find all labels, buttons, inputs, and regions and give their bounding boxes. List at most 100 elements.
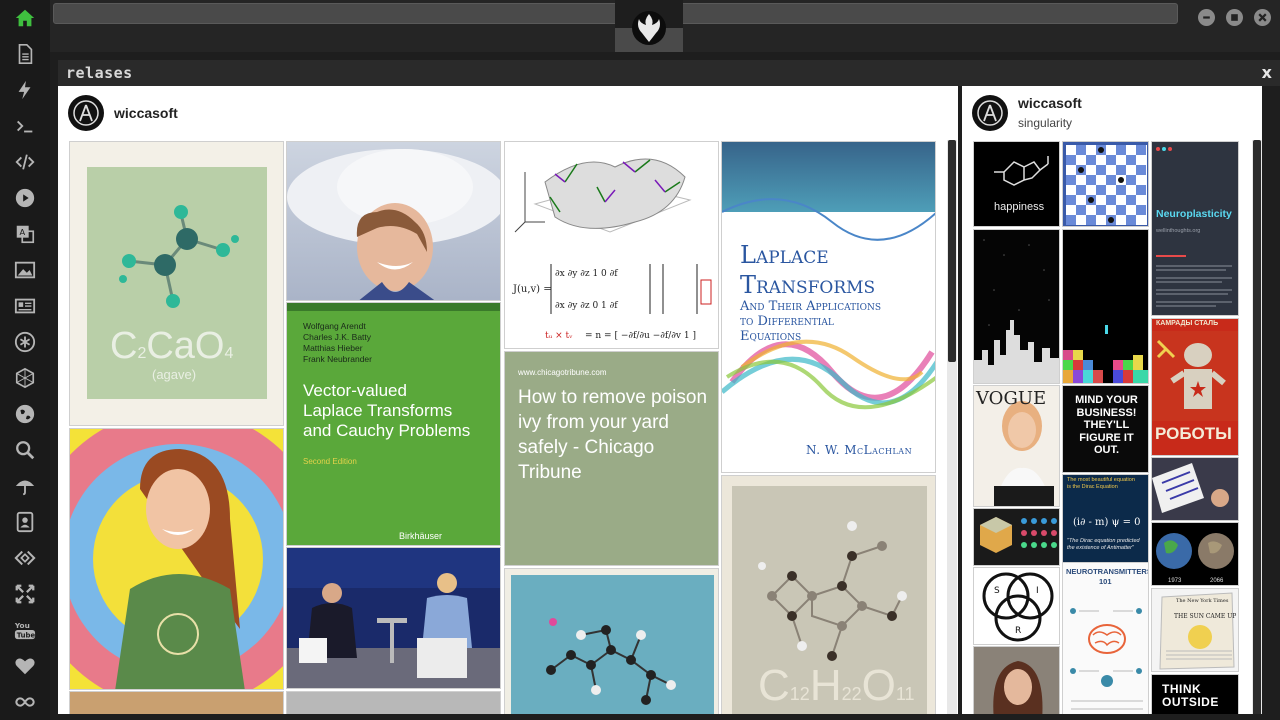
image-tile-laplace-book-mclachlan[interactable]: Laplace Transforms And Their Application… <box>721 141 936 473</box>
api-icon[interactable] <box>13 546 37 570</box>
logo-avatar-icon <box>73 100 99 126</box>
poster-text: MIND YOUR BUSINESS! THEY'LL FIGURE IT OU… <box>1063 394 1148 457</box>
search-icon[interactable] <box>13 438 37 462</box>
image-tile-robot-poster[interactable]: КАМРАДЫ СТАЛЬ РОБОТЫ <box>1151 318 1239 456</box>
book-title-line1: Laplace <box>740 241 829 269</box>
poster-header: КАМРАДЫ СТАЛЬ <box>1156 320 1219 327</box>
username[interactable]: wiccasoft <box>1018 95 1082 111</box>
image-tile-nyt[interactable]: The New York Times THE SUN CAME UP <box>1151 588 1239 672</box>
document-icon[interactable] <box>13 42 37 66</box>
magazine-logo: VOGUE <box>976 388 1047 409</box>
separator <box>50 52 1280 60</box>
expand-icon[interactable] <box>13 582 37 606</box>
scrollbar-thumb[interactable] <box>948 140 956 362</box>
image-tile-conference[interactable] <box>286 547 501 689</box>
avatar[interactable] <box>972 95 1008 131</box>
image-tile-jacobian[interactable]: J(u,v) = ∂x ∂y ∂z 1 0 ∂f ∂x ∂y ∂z 0 1 ∂f… <box>504 141 719 349</box>
username[interactable]: wiccasoft <box>114 105 178 121</box>
newspaper-masthead: The New York Times <box>1176 598 1229 604</box>
image-tile-neuroplasticity[interactable]: Neuroplasticity wellinthoughts.org <box>1151 141 1239 316</box>
svg-text:A: A <box>20 227 26 237</box>
app-logo-tab[interactable] <box>615 0 683 52</box>
contacts-icon[interactable] <box>13 510 37 534</box>
bottom-edge <box>50 714 1280 720</box>
book-publisher: Birkhäuser <box>399 531 443 541</box>
poster-text: THINK OUTSIDE <box>1162 683 1219 709</box>
book-title: Vector-valued Laplace Transforms and Cau… <box>303 381 470 441</box>
heart-icon[interactable] <box>13 654 37 678</box>
feed-column-main: wiccasoft C2CaO4 (agave) J(u,v) = ∂x ∂y … <box>58 86 958 720</box>
svg-text:You: You <box>14 621 30 630</box>
globe-icon[interactable] <box>13 402 37 426</box>
tile-title: Neuroplasticity <box>1156 208 1232 220</box>
close-window-button[interactable] <box>1254 9 1271 26</box>
home-icon[interactable] <box>13 6 37 30</box>
image-tile-portrait[interactable] <box>973 646 1060 720</box>
infinity-icon[interactable] <box>13 690 37 714</box>
year-left: 1973 <box>1168 578 1182 584</box>
image-tile-agave[interactable]: C2CaO4 (agave) <box>69 141 284 426</box>
scrollbar[interactable] <box>1252 140 1262 720</box>
book-subtitle: And Their Applications to Differential E… <box>740 299 881 344</box>
panel-title: relases <box>66 64 133 82</box>
collection-name[interactable]: singularity <box>1018 116 1072 130</box>
image-tile-chessboard[interactable] <box>1062 141 1149 227</box>
svg-text:∂x ∂y ∂z 0 1 ∂f: ∂x ∂y ∂z 0 1 ∂f <box>555 301 618 311</box>
panel-close-button[interactable]: x <box>1262 63 1272 82</box>
avatar[interactable] <box>68 95 104 131</box>
hexagon-icon[interactable] <box>13 366 37 390</box>
book-author: N. W. McLachlan <box>806 443 913 457</box>
image-tile-hat-portrait[interactable] <box>286 141 501 301</box>
play-icon[interactable] <box>13 186 37 210</box>
image-tile-neurotransmitters[interactable]: NEUROTRANSMITTERS 101 <box>1062 562 1149 720</box>
code-icon[interactable] <box>13 150 37 174</box>
image-tile-tetris[interactable] <box>1062 229 1149 384</box>
scrollbar-thumb[interactable] <box>1253 140 1261 720</box>
svg-text:Tube: Tube <box>17 631 36 639</box>
maximize-button[interactable] <box>1226 9 1243 26</box>
news-icon[interactable] <box>13 294 37 318</box>
year-right: 2066 <box>1210 578 1224 584</box>
image-tile-vogue[interactable]: VOGUE <box>973 385 1060 507</box>
book-subtitle-line: to Differential <box>740 314 834 329</box>
scrollbar[interactable] <box>947 140 957 720</box>
logo-avatar-icon <box>977 100 1003 126</box>
image-tile-sucrose[interactable]: C12H22O11 <box>721 475 936 720</box>
youtube-icon[interactable]: You Tube <box>13 618 37 642</box>
author: Frank Neubrander <box>303 354 372 364</box>
umbrella-icon[interactable] <box>13 474 37 498</box>
app-sidebar: A You Tube <box>0 0 50 720</box>
image-tile-protest[interactable] <box>1151 457 1239 521</box>
book-title: Laplace Transforms <box>740 240 875 300</box>
caption: (agave) <box>152 367 197 382</box>
book-subtitle-line: And Their Applications <box>740 299 882 314</box>
image-tile-venn[interactable]: S I R <box>973 567 1060 645</box>
dirac-footer: "The Dirac equation predicted the existe… <box>1067 538 1140 551</box>
maximize-icon <box>1231 14 1238 21</box>
image-tile-happiness[interactable]: happiness <box>973 141 1060 227</box>
venn-label: R <box>1015 626 1021 636</box>
image-tile-earth-comparison[interactable]: 1973 2066 <box>1151 522 1239 586</box>
infographic-subtitle: 101 <box>1099 577 1112 586</box>
image-tile-mind-your-business[interactable]: MIND YOUR BUSINESS! THEY'LL FIGURE IT OU… <box>1062 385 1149 473</box>
poster-line: FIGURE IT <box>1079 431 1134 444</box>
book-title-line: Vector-valued <box>303 381 407 400</box>
minimize-button[interactable] <box>1198 9 1215 26</box>
image-tile-tshirt-portrait[interactable] <box>69 428 284 690</box>
formula-text: C2CaO4 <box>110 325 234 367</box>
image-tile-tribune-article[interactable]: www.chicagotribune.com How to remove poi… <box>504 351 719 566</box>
venn-label: I <box>1036 586 1039 596</box>
image-tile-laplace-book-arendt[interactable]: Wolfgang Arendt Charles J.K. Batty Matth… <box>286 302 501 546</box>
image-icon[interactable] <box>13 258 37 282</box>
article-headline: How to remove poison ivy from your yard … <box>518 387 708 483</box>
newspaper-headline: THE SUN CAME UP <box>1174 613 1237 620</box>
image-tile-city-night[interactable] <box>973 229 1060 384</box>
image-tile-hexagon-logo[interactable] <box>973 508 1060 566</box>
lightning-icon[interactable] <box>13 78 37 102</box>
image-tile-molecule-blue[interactable] <box>504 568 719 720</box>
poster-title: РОБОТЫ <box>1155 424 1232 443</box>
book-edition: Second Edition <box>303 457 357 466</box>
terminal-icon[interactable] <box>13 114 37 138</box>
translate-icon[interactable]: A <box>13 222 37 246</box>
asterisk-icon[interactable] <box>13 330 37 354</box>
